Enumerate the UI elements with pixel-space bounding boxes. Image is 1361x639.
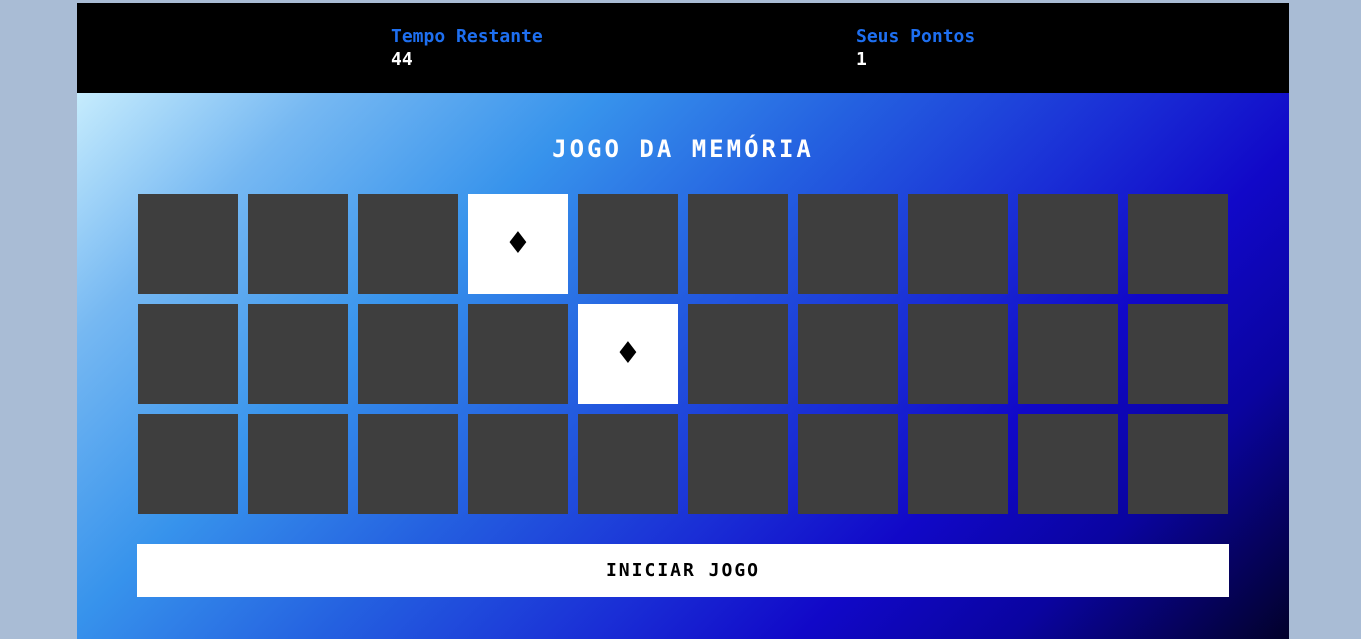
game-app: Tempo Restante 44 Seus Pontos 1 JOGO DA …: [77, 3, 1289, 639]
score-label: Seus Pontos: [856, 26, 976, 47]
memory-card[interactable]: [908, 304, 1008, 404]
memory-card[interactable]: [358, 414, 458, 514]
memory-card[interactable]: [468, 304, 568, 404]
memory-card[interactable]: [688, 304, 788, 404]
memory-card[interactable]: [908, 414, 1008, 514]
memory-card[interactable]: [468, 414, 568, 514]
memory-card[interactable]: [798, 414, 898, 514]
memory-card[interactable]: ♦: [578, 304, 678, 404]
memory-card[interactable]: [1018, 304, 1118, 404]
memory-card[interactable]: [1018, 194, 1118, 294]
memory-card[interactable]: [798, 194, 898, 294]
memory-card[interactable]: [1128, 414, 1228, 514]
diamond-icon: ♦: [614, 336, 642, 371]
memory-card[interactable]: [688, 194, 788, 294]
time-remaining-label: Tempo Restante: [391, 26, 543, 47]
score-header: Tempo Restante 44 Seus Pontos 1: [77, 3, 1289, 93]
memory-card[interactable]: [578, 414, 678, 514]
memory-card[interactable]: [358, 304, 458, 404]
game-board: JOGO DA MEMÓRIA ♦ ♦ INICIAR JOGO: [77, 93, 1289, 639]
memory-card[interactable]: [578, 194, 678, 294]
memory-card[interactable]: [138, 414, 238, 514]
memory-card[interactable]: [248, 304, 348, 404]
game-title: JOGO DA MEMÓRIA: [552, 135, 814, 163]
diamond-icon: ♦: [504, 226, 532, 261]
memory-card[interactable]: [798, 304, 898, 404]
memory-card[interactable]: [1128, 304, 1228, 404]
memory-card[interactable]: [138, 304, 238, 404]
card-grid: ♦ ♦: [138, 194, 1228, 514]
start-game-button[interactable]: INICIAR JOGO: [137, 544, 1229, 597]
memory-card[interactable]: [248, 194, 348, 294]
memory-card[interactable]: [908, 194, 1008, 294]
memory-card[interactable]: [1128, 194, 1228, 294]
memory-card[interactable]: [138, 194, 238, 294]
time-remaining-value: 44: [391, 49, 413, 70]
memory-card[interactable]: [358, 194, 458, 294]
time-remaining-stat: Tempo Restante 44: [391, 25, 543, 71]
score-value: 1: [856, 49, 867, 70]
score-stat: Seus Pontos 1: [856, 25, 975, 71]
memory-card[interactable]: [688, 414, 788, 514]
memory-card[interactable]: [248, 414, 348, 514]
memory-card[interactable]: ♦: [468, 194, 568, 294]
memory-card[interactable]: [1018, 414, 1118, 514]
